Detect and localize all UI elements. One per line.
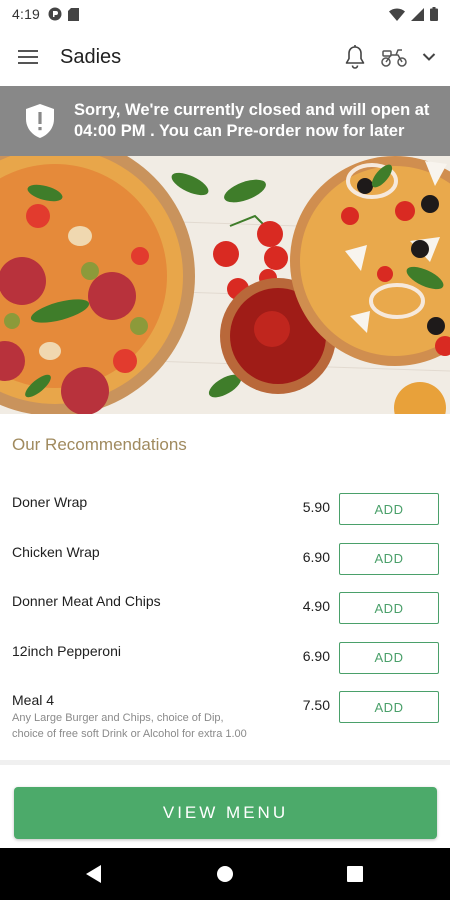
app-title: Sadies [60, 45, 122, 68]
menu-item: Donner Meat And Chips 4.90 ADD [0, 589, 450, 639]
closed-message: Sorry, We're currently closed and will o… [74, 100, 429, 142]
recommendations-title: Our Recommendations [12, 435, 187, 454]
battery-icon [430, 7, 438, 21]
back-icon[interactable] [86, 865, 102, 883]
menu-item: Chicken Wrap 6.90 ADD [0, 540, 450, 590]
recents-icon[interactable] [347, 866, 363, 882]
item-price: 7.50 [302, 697, 330, 713]
add-button[interactable]: ADD [339, 592, 439, 624]
item-name: Doner Wrap [12, 494, 88, 510]
closed-message-line2: 04:00 PM . You can Pre-order now for lat… [74, 122, 405, 140]
shield-alert-icon [26, 104, 54, 138]
item-price: 6.90 [302, 548, 330, 565]
recommendations-list: Doner Wrap 5.90 ADD Chicken Wrap 6.90 AD… [0, 490, 450, 740]
section-divider [0, 760, 450, 765]
app-bar: Sadies [0, 28, 450, 86]
home-icon[interactable] [216, 865, 234, 883]
hamburger-menu-icon[interactable] [18, 49, 40, 65]
add-button[interactable]: ADD [339, 493, 439, 525]
item-name: Meal 4 [12, 692, 55, 708]
closed-banner: Sorry, We're currently closed and will o… [0, 86, 450, 156]
item-name: Donner Meat And Chips [12, 593, 161, 609]
signal-icon [411, 7, 424, 21]
status-time: 4:19 [12, 6, 41, 22]
item-name: Chicken Wrap [12, 543, 100, 560]
menu-item: 12inch Pepperoni 6.90 ADD [0, 639, 450, 689]
item-description-line2: choice of free soft Drink or Alcohol for… [12, 728, 247, 740]
item-price: 4.90 [302, 598, 330, 614]
add-button[interactable]: ADD [339, 691, 439, 723]
system-navigation-bar [0, 848, 450, 900]
delivery-scooter-icon[interactable] [380, 46, 408, 68]
item-price: 6.90 [302, 647, 330, 664]
app-actions [344, 45, 436, 69]
hero-pizza-image [0, 156, 450, 414]
add-button[interactable]: ADD [339, 542, 439, 575]
item-price: 5.90 [302, 499, 330, 515]
view-menu-button[interactable]: VIEW MENU [14, 787, 437, 839]
status-notification-icons [48, 7, 80, 21]
status-bar: 4:19 [0, 0, 450, 28]
menu-item: Meal 4 Any Large Burger and Chips, choic… [0, 688, 450, 740]
wifi-icon [389, 7, 405, 21]
item-description-line1: Any Large Burger and Chips, choice of Di… [12, 712, 224, 724]
add-button[interactable]: ADD [339, 641, 439, 674]
bell-icon[interactable] [344, 45, 366, 69]
item-name: 12inch Pepperoni [12, 642, 121, 659]
closed-message-line1: Sorry, We're currently closed and will o… [74, 101, 430, 119]
chevron-down-icon[interactable] [422, 52, 436, 62]
item-description: Any Large Burger and Chips, choice of Di… [12, 710, 302, 742]
status-system-icons [389, 7, 438, 21]
sd-card-icon [68, 7, 80, 21]
menu-item: Doner Wrap 5.90 ADD [0, 490, 450, 540]
app-notification-icon [48, 7, 62, 21]
